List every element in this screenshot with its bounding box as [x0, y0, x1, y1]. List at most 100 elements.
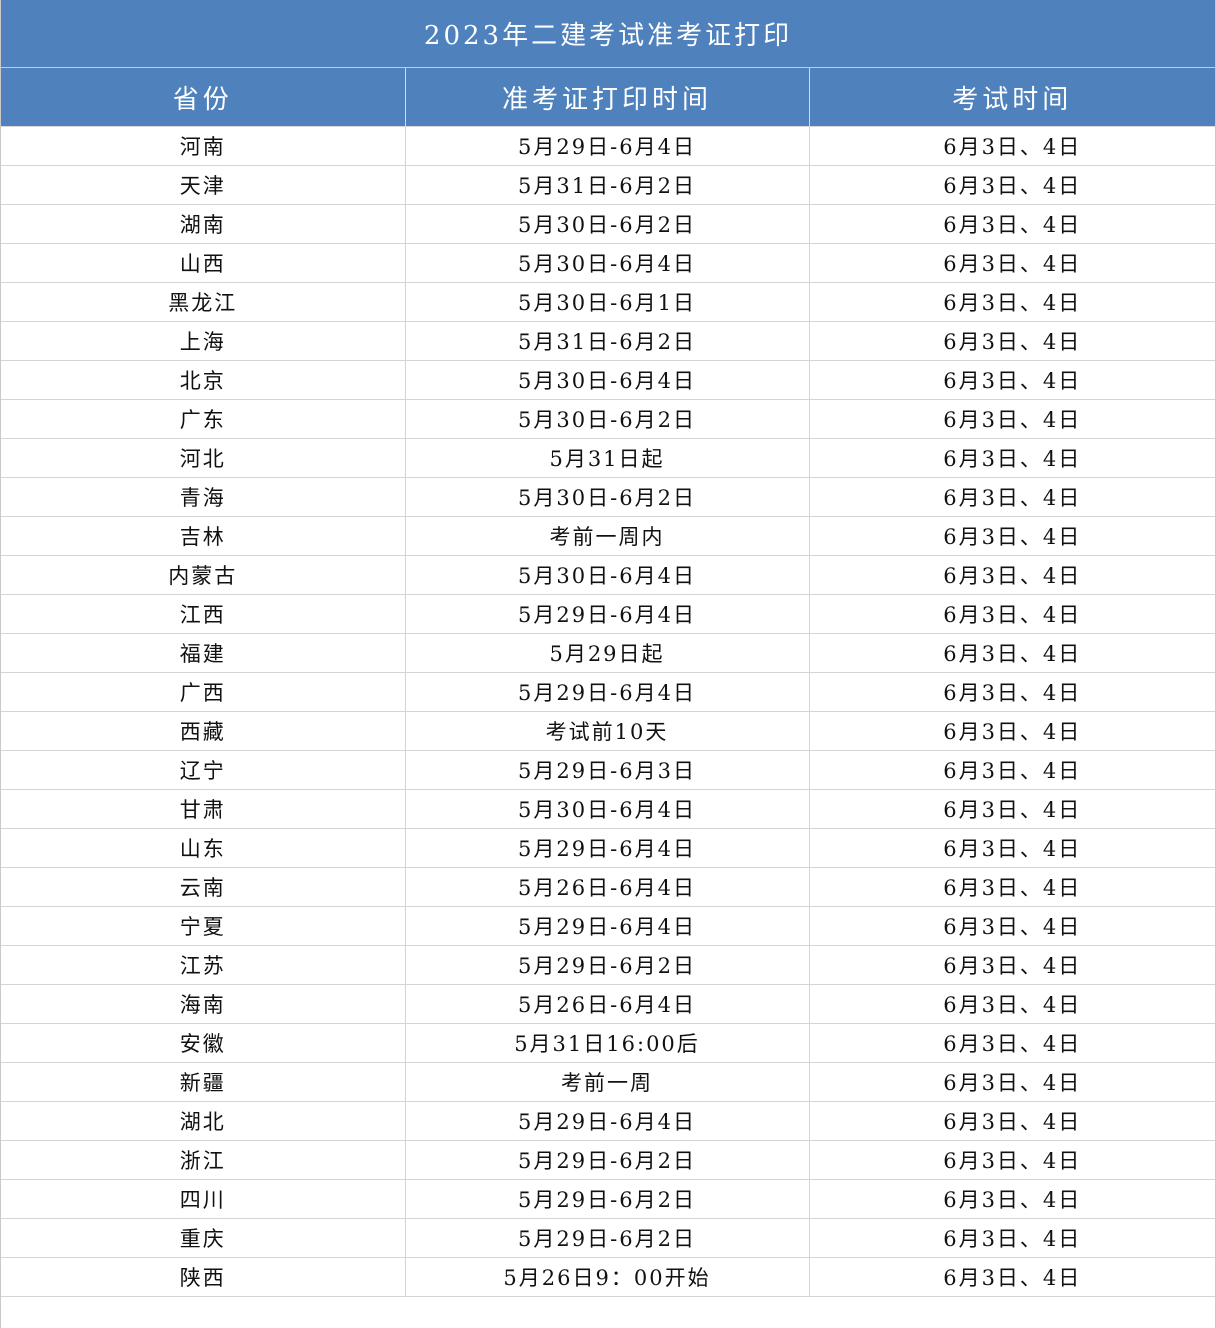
table-row: 内蒙古 5月30日-6月4日 6月3日、4日 — [1, 555, 1215, 595]
province-cell: 浙江 — [1, 1140, 406, 1180]
table-row: 甘肃 5月30日-6月4日 6月3日、4日 — [1, 789, 1215, 829]
table-row: 辽宁 5月29日-6月3日 6月3日、4日 — [1, 750, 1215, 790]
province-cell: 甘肃 — [1, 789, 406, 829]
province-cell: 湖南 — [1, 204, 406, 244]
province-cell: 辽宁 — [1, 750, 406, 790]
print-time-cell: 5月29日-6月2日 — [405, 1140, 810, 1180]
exam-time-cell: 6月3日、4日 — [809, 321, 1215, 361]
print-time-cell: 5月30日-6月2日 — [405, 399, 810, 439]
table-row: 新疆 考前一周 6月3日、4日 — [1, 1062, 1215, 1102]
table-row: 江西 5月29日-6月4日 6月3日、4日 — [1, 594, 1215, 634]
table-row: 湖北 5月29日-6月4日 6月3日、4日 — [1, 1101, 1215, 1141]
print-time-cell: 5月29日-6月4日 — [405, 594, 810, 634]
print-time-cell: 5月31日起 — [405, 438, 810, 478]
table-row: 河北 5月31日起 6月3日、4日 — [1, 438, 1215, 478]
table-row: 福建 5月29日起 6月3日、4日 — [1, 633, 1215, 673]
table-title: 2023年二建考试准考证打印 — [1, 0, 1215, 68]
table-row: 北京 5月30日-6月4日 6月3日、4日 — [1, 360, 1215, 400]
exam-time-cell: 6月3日、4日 — [809, 126, 1215, 166]
header-exam-time: 考试时间 — [809, 68, 1215, 127]
table-row: 江苏 5月29日-6月2日 6月3日、4日 — [1, 945, 1215, 985]
province-cell: 广东 — [1, 399, 406, 439]
schedule-table: 省份 准考证打印时间 考试时间 河南 5月29日-6月4日 6月3日、4日 天津 5月3… — [1, 68, 1215, 1297]
exam-time-cell: 6月3日、4日 — [809, 165, 1215, 205]
province-cell: 安徽 — [1, 1023, 406, 1063]
province-cell: 云南 — [1, 867, 406, 907]
province-cell: 天津 — [1, 165, 406, 205]
province-cell: 黑龙江 — [1, 282, 406, 322]
print-time-cell: 5月30日-6月4日 — [405, 555, 810, 595]
print-time-cell: 考前一周内 — [405, 516, 810, 556]
exam-time-cell: 6月3日、4日 — [809, 1218, 1215, 1258]
table-row: 海南 5月26日-6月4日 6月3日、4日 — [1, 984, 1215, 1024]
table-row: 山东 5月29日-6月4日 6月3日、4日 — [1, 828, 1215, 868]
exam-time-cell: 6月3日、4日 — [809, 672, 1215, 712]
print-time-cell: 5月29日-6月2日 — [405, 945, 810, 985]
print-time-cell: 5月26日-6月4日 — [405, 867, 810, 907]
province-cell: 青海 — [1, 477, 406, 517]
province-cell: 湖北 — [1, 1101, 406, 1141]
table-row: 陕西 5月26日9：00开始 6月3日、4日 — [1, 1257, 1215, 1297]
header-province: 省份 — [1, 68, 406, 127]
exam-time-cell: 6月3日、4日 — [809, 711, 1215, 751]
header-print-time: 准考证打印时间 — [405, 68, 810, 127]
print-time-cell: 5月31日-6月2日 — [405, 165, 810, 205]
print-time-cell: 5月29日-6月4日 — [405, 1101, 810, 1141]
print-time-cell: 考试前10天 — [405, 711, 810, 751]
table-row: 黑龙江 5月30日-6月1日 6月3日、4日 — [1, 282, 1215, 322]
table-body: 河南 5月29日-6月4日 6月3日、4日 天津 5月31日-6月2日 6月3日、4日 湖南… — [1, 126, 1215, 1297]
exam-time-cell: 6月3日、4日 — [809, 243, 1215, 283]
province-cell: 山东 — [1, 828, 406, 868]
exam-time-cell: 6月3日、4日 — [809, 477, 1215, 517]
province-cell: 河南 — [1, 126, 406, 166]
exam-time-cell: 6月3日、4日 — [809, 438, 1215, 478]
exam-time-cell: 6月3日、4日 — [809, 282, 1215, 322]
print-time-cell: 5月29日-6月4日 — [405, 672, 810, 712]
province-cell: 四川 — [1, 1179, 406, 1219]
print-time-cell: 5月29日-6月4日 — [405, 126, 810, 166]
exam-time-cell: 6月3日、4日 — [809, 516, 1215, 556]
print-time-cell: 5月30日-6月4日 — [405, 789, 810, 829]
table-row: 宁夏 5月29日-6月4日 6月3日、4日 — [1, 906, 1215, 946]
exam-time-cell: 6月3日、4日 — [809, 828, 1215, 868]
exam-time-cell: 6月3日、4日 — [809, 906, 1215, 946]
exam-time-cell: 6月3日、4日 — [809, 1023, 1215, 1063]
exam-time-cell: 6月3日、4日 — [809, 1101, 1215, 1141]
print-time-cell: 5月29日-6月2日 — [405, 1218, 810, 1258]
exam-time-cell: 6月3日、4日 — [809, 945, 1215, 985]
table-row: 安徽 5月31日16:00后 6月3日、4日 — [1, 1023, 1215, 1063]
province-cell: 北京 — [1, 360, 406, 400]
table-row: 广东 5月30日-6月2日 6月3日、4日 — [1, 399, 1215, 439]
exam-time-cell: 6月3日、4日 — [809, 594, 1215, 634]
exam-time-cell: 6月3日、4日 — [809, 399, 1215, 439]
exam-time-cell: 6月3日、4日 — [809, 360, 1215, 400]
province-cell: 福建 — [1, 633, 406, 673]
exam-time-cell: 6月3日、4日 — [809, 750, 1215, 790]
province-cell: 宁夏 — [1, 906, 406, 946]
exam-time-cell: 6月3日、4日 — [809, 1062, 1215, 1102]
print-time-cell: 5月26日9：00开始 — [405, 1257, 810, 1297]
exam-time-cell: 6月3日、4日 — [809, 1140, 1215, 1180]
exam-time-cell: 6月3日、4日 — [809, 867, 1215, 907]
print-time-cell: 5月29日-6月4日 — [405, 906, 810, 946]
province-cell: 山西 — [1, 243, 406, 283]
province-cell: 海南 — [1, 984, 406, 1024]
province-cell: 河北 — [1, 438, 406, 478]
table-row: 山西 5月30日-6月4日 6月3日、4日 — [1, 243, 1215, 283]
province-cell: 上海 — [1, 321, 406, 361]
province-cell: 江西 — [1, 594, 406, 634]
print-time-cell: 5月26日-6月4日 — [405, 984, 810, 1024]
exam-time-cell: 6月3日、4日 — [809, 789, 1215, 829]
exam-time-cell: 6月3日、4日 — [809, 555, 1215, 595]
table-row: 浙江 5月29日-6月2日 6月3日、4日 — [1, 1140, 1215, 1180]
province-cell: 新疆 — [1, 1062, 406, 1102]
province-cell: 吉林 — [1, 516, 406, 556]
print-time-cell: 5月30日-6月4日 — [405, 243, 810, 283]
print-time-cell: 5月29日-6月2日 — [405, 1179, 810, 1219]
table-row: 天津 5月31日-6月2日 6月3日、4日 — [1, 165, 1215, 205]
print-time-cell: 5月29日-6月4日 — [405, 828, 810, 868]
table-row: 河南 5月29日-6月4日 6月3日、4日 — [1, 126, 1215, 166]
print-time-cell: 5月31日-6月2日 — [405, 321, 810, 361]
print-time-cell: 5月30日-6月2日 — [405, 204, 810, 244]
print-time-cell: 5月29日起 — [405, 633, 810, 673]
